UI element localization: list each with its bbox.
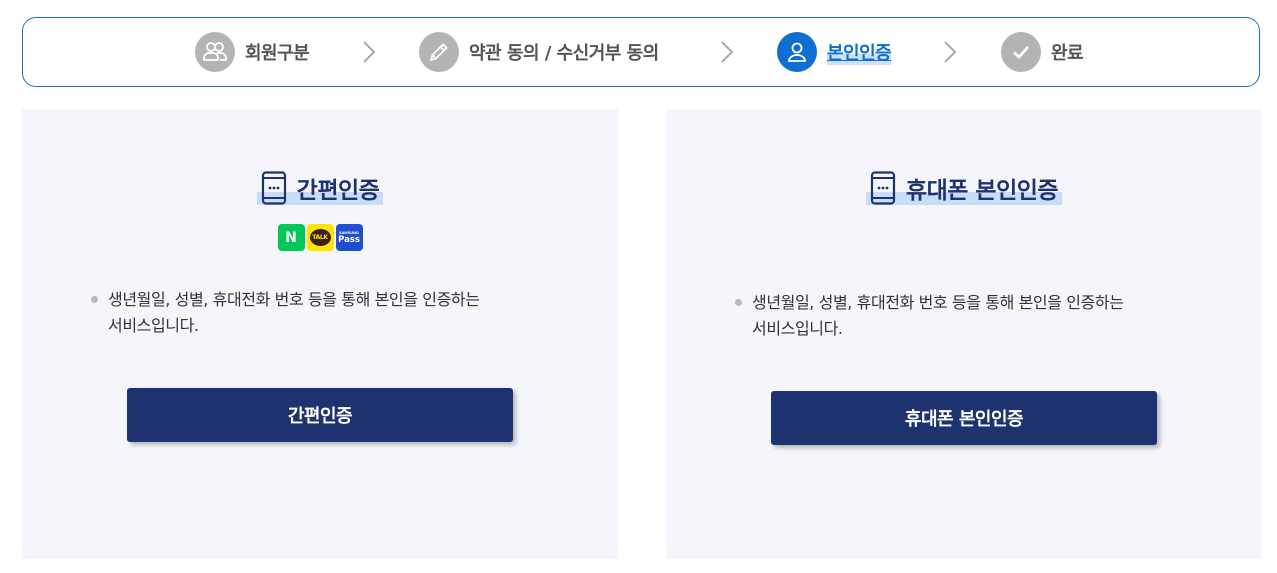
users-icon [195, 32, 235, 72]
step-label: 약관 동의 / 수신거부 동의 [469, 43, 659, 64]
panel-title: 간편인증 [22, 171, 618, 205]
user-icon [777, 32, 817, 72]
smartphone-icon [870, 171, 896, 205]
signup-step-bar: 회원구분 약관 동의 / 수신거부 동의 본인인증 완료 [22, 17, 1260, 87]
description-line-2: 서비스입니다. [108, 316, 199, 335]
description-line-2: 서비스입니다. [752, 319, 843, 338]
check-icon [1001, 32, 1041, 72]
phone-auth-button[interactable]: 휴대폰 본인인증 [771, 391, 1157, 445]
panel-title-text: 간편인증 [296, 178, 380, 204]
smartphone-icon [261, 171, 286, 205]
chevron-right-icon [363, 41, 376, 63]
chevron-right-icon [944, 41, 957, 63]
step-label: 본인인증 [827, 39, 892, 65]
step-member-type: 회원구분 [195, 18, 310, 86]
panel-title-text: 휴대폰 본인인증 [905, 178, 1059, 204]
samsung-pass-logo: SAMSUNG Pass [335, 224, 363, 251]
simple-auth-button[interactable]: 간편인증 [127, 388, 513, 442]
description-line-1: 생년월일, 성별, 휴대전화 번호 등을 통해 본인을 인증하는 [108, 290, 480, 309]
chevron-right-icon [721, 41, 734, 63]
panel-description: 생년월일, 성별, 휴대전화 번호 등을 통해 본인을 인증하는 서비스입니다. [91, 287, 568, 339]
panel-description: 생년월일, 성별, 휴대전화 번호 등을 통해 본인을 인증하는 서비스입니다. [735, 290, 1212, 342]
naver-logo: N [277, 224, 305, 251]
description-line-1: 생년월일, 성별, 휴대전화 번호 등을 통해 본인을 인증하는 [752, 293, 1124, 312]
simple-auth-panel: 간편인증 N TALK SAMSUNG Pass 생년월일, 성별, 휴대전화 … [22, 109, 618, 559]
phone-auth-panel: 휴대폰 본인인증 생년월일, 성별, 휴대전화 번호 등을 통해 본인을 인증하… [666, 109, 1262, 559]
pencil-icon [419, 32, 459, 72]
kakao-logo: TALK [306, 224, 334, 251]
provider-logos: N TALK SAMSUNG Pass [22, 224, 618, 251]
bullet-dot [735, 299, 742, 306]
bullet-dot [91, 296, 98, 303]
step-label: 완료 [1051, 43, 1084, 64]
step-label: 회원구분 [245, 43, 310, 64]
step-identity-verification: 본인인증 [777, 18, 892, 86]
panel-title: 휴대폰 본인인증 [666, 171, 1262, 205]
step-terms-agreement: 약관 동의 / 수신거부 동의 [419, 18, 659, 86]
step-complete: 완료 [1001, 18, 1084, 86]
